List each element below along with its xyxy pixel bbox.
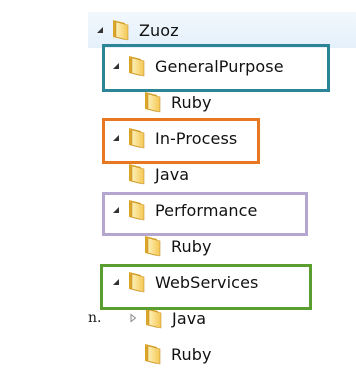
tree-node-label: Ruby (171, 236, 212, 256)
expanded-arrow-icon[interactable] (94, 24, 106, 36)
tree-node-ruby[interactable]: Ruby (143, 336, 212, 372)
tree-node-label: Ruby (171, 344, 212, 364)
tree-node-label: Java (155, 164, 190, 184)
folder-icon (143, 343, 161, 365)
group-box-webservices (100, 264, 312, 310)
tree-node-label: Ruby (171, 92, 212, 112)
folder-icon (143, 91, 161, 113)
tree-node-label: Java (172, 308, 207, 328)
folder-icon (111, 19, 129, 41)
tree-node-label: Zuoz (139, 20, 179, 40)
stray-text: n. (88, 310, 102, 326)
tree-node-zuoz[interactable]: Zuoz (94, 12, 179, 48)
folder-icon (143, 235, 161, 257)
group-box-in-process (102, 118, 260, 164)
group-box-generalpurpose (102, 44, 330, 92)
folder-icon (144, 307, 162, 329)
folder-icon (127, 163, 145, 185)
collapsed-arrow-icon[interactable] (127, 312, 139, 324)
group-box-performance (102, 192, 308, 236)
